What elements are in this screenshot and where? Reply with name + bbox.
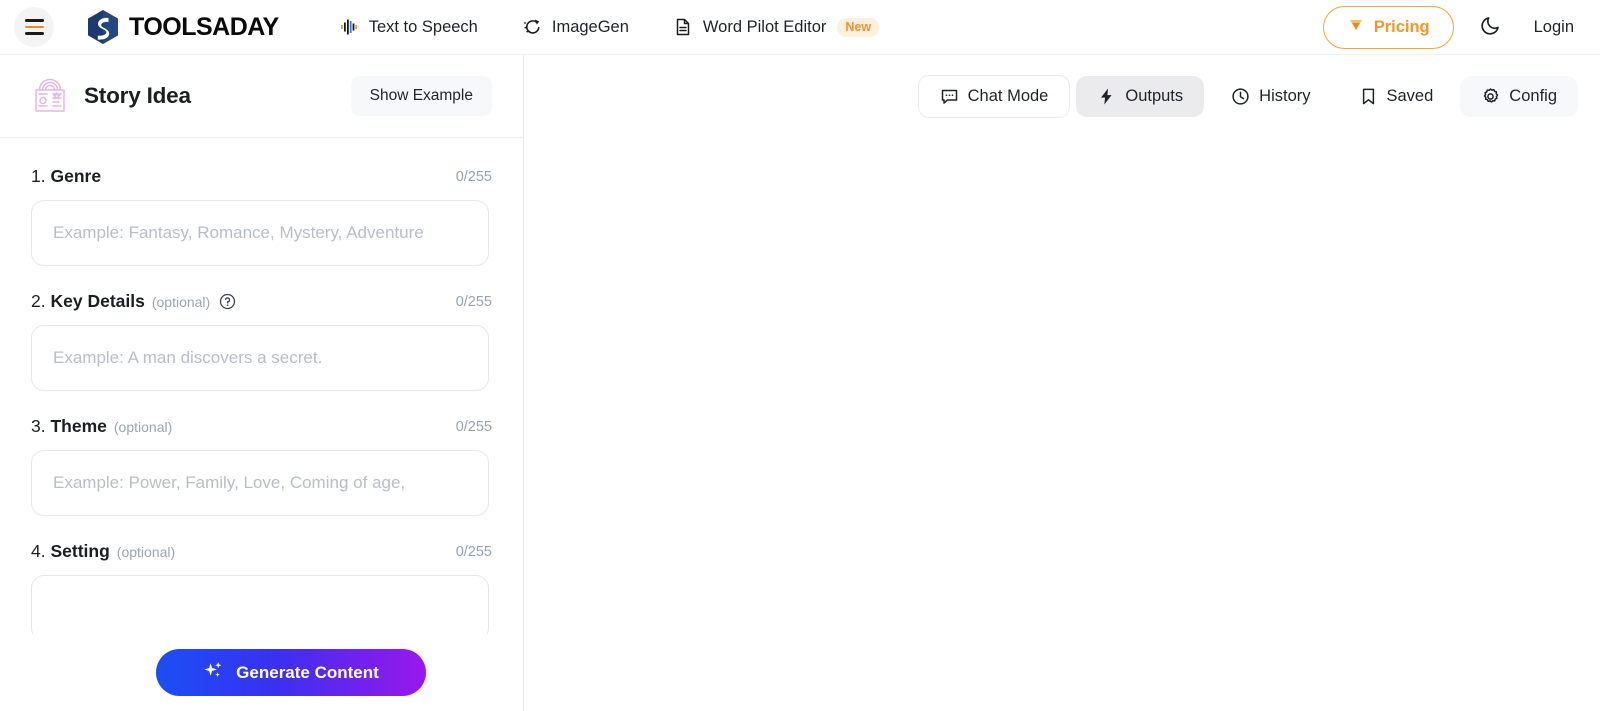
gear-icon	[1481, 87, 1500, 106]
tab-label: History	[1259, 87, 1311, 105]
show-example-button[interactable]: Show Example	[350, 76, 492, 116]
nav-item-text-to-speech[interactable]: Text to Speech	[317, 11, 500, 44]
tab-label: Config	[1509, 87, 1557, 105]
form-field-theme: 3. Theme (optional) 0/255	[31, 416, 492, 516]
workspace: Story Idea Show Example 1. Genre 0/255 E…	[0, 54, 1600, 711]
generate-button-label: Generate Content	[236, 662, 379, 682]
setting-input[interactable]	[31, 575, 489, 641]
form-field-setting: 4. Setting (optional) 0/255	[31, 541, 492, 641]
nav-item-imagegen[interactable]: ImageGen	[500, 11, 651, 44]
character-counter: 0/255	[455, 418, 492, 435]
open-book-icon	[35, 78, 65, 112]
pricing-label: Pricing	[1373, 17, 1430, 36]
tab-label: Saved	[1386, 87, 1434, 105]
generate-action-bar: Generate Content	[0, 634, 522, 711]
field-label: 1. Genre	[31, 166, 101, 187]
generate-content-button[interactable]: Generate Content	[156, 649, 426, 696]
tab-config[interactable]: Config	[1460, 76, 1578, 117]
field-label-text: Theme	[50, 416, 107, 436]
nav-item-label: ImageGen	[551, 17, 629, 36]
lightning-icon	[1097, 87, 1116, 106]
output-content-area	[524, 138, 1600, 711]
hamburger-line-top	[24, 19, 44, 22]
field-label-text: Setting	[50, 541, 110, 561]
tab-label: Outputs	[1125, 87, 1184, 105]
primary-nav-links: Text to Speech ImageGen Word Pilot Edito…	[317, 11, 901, 44]
chat-bubble-icon	[940, 87, 959, 106]
page-title: Story Idea	[84, 83, 191, 108]
tab-saved[interactable]: Saved	[1338, 76, 1455, 117]
theme-input[interactable]	[31, 450, 489, 516]
field-label: 2. Key Details	[31, 291, 145, 312]
tab-chat-mode[interactable]: Chat Mode	[917, 75, 1071, 118]
pricing-button[interactable]: Pricing	[1322, 5, 1454, 49]
field-number: 1.	[31, 166, 46, 186]
nav-badge-new: New	[837, 17, 880, 37]
document-icon	[673, 17, 694, 38]
theme-toggle-button[interactable]	[1476, 12, 1506, 42]
form-field-genre: 1. Genre 0/255	[31, 166, 492, 266]
field-optional-tag: (optional)	[151, 293, 211, 310]
tab-label: Chat Mode	[967, 87, 1049, 105]
field-header: 3. Theme (optional) 0/255	[31, 416, 492, 437]
nav-item-label: Word Pilot Editor	[702, 17, 827, 36]
field-header: 2. Key Details (optional) 0/255	[31, 291, 492, 312]
field-label-text: Key Details	[50, 291, 145, 311]
clock-icon	[1231, 87, 1250, 106]
tab-outputs[interactable]: Outputs	[1076, 76, 1205, 117]
output-panel-tabs: Chat Mode Outputs History Saved Config	[524, 55, 1600, 138]
character-counter: 0/255	[455, 543, 492, 560]
nav-right-group: Pricing Login	[1322, 5, 1580, 49]
form-field-key-details: 2. Key Details (optional) 0/255	[31, 291, 492, 391]
image-sparkle-icon	[522, 17, 543, 38]
brand-name: TOOLSADAY	[129, 12, 279, 41]
field-header: 4. Setting (optional) 0/255	[31, 541, 492, 562]
audio-waveform-icon	[339, 17, 360, 38]
hamburger-line-bottom	[24, 32, 44, 35]
field-header: 1. Genre 0/255	[31, 166, 492, 187]
nav-item-label: Text to Speech	[368, 17, 478, 36]
output-panel: Chat Mode Outputs History Saved Config	[524, 54, 1600, 711]
brand-logo[interactable]: TOOLSADAY	[86, 9, 279, 45]
help-circle-icon[interactable]	[219, 293, 236, 310]
hamburger-line-middle	[24, 25, 44, 29]
login-link[interactable]: Login	[1528, 14, 1580, 41]
hamburger-menu-icon[interactable]	[14, 7, 54, 47]
character-counter: 0/255	[455, 293, 492, 310]
form-fields-scroll-area[interactable]: 1. Genre 0/255 2. Key Details (optional)	[0, 138, 523, 711]
toolsaday-logo-icon	[88, 10, 118, 44]
sparkles-icon	[203, 659, 225, 686]
moon-icon	[1479, 13, 1503, 42]
field-label: 3. Theme	[31, 416, 107, 437]
tool-header: Story Idea Show Example	[0, 55, 523, 138]
nav-item-word-pilot-editor[interactable]: Word Pilot Editor New	[651, 11, 901, 44]
field-number: 3.	[31, 416, 46, 436]
bookmark-icon	[1359, 87, 1378, 106]
top-navigation-bar: TOOLSADAY Text to Speech ImageGen Word P…	[0, 0, 1600, 54]
key-details-input[interactable]	[31, 325, 489, 391]
field-optional-tag: (optional)	[116, 543, 176, 560]
field-optional-tag: (optional)	[113, 418, 173, 435]
field-number: 2.	[31, 291, 46, 311]
field-label-text: Genre	[50, 166, 102, 186]
character-counter: 0/255	[455, 168, 492, 185]
field-number: 4.	[31, 541, 46, 561]
tab-history[interactable]: History	[1210, 76, 1331, 117]
genre-input[interactable]	[31, 200, 489, 266]
diamond-icon	[1347, 16, 1365, 39]
tool-form-panel: Story Idea Show Example 1. Genre 0/255 E…	[0, 54, 524, 711]
field-label: 4. Setting	[31, 541, 110, 562]
